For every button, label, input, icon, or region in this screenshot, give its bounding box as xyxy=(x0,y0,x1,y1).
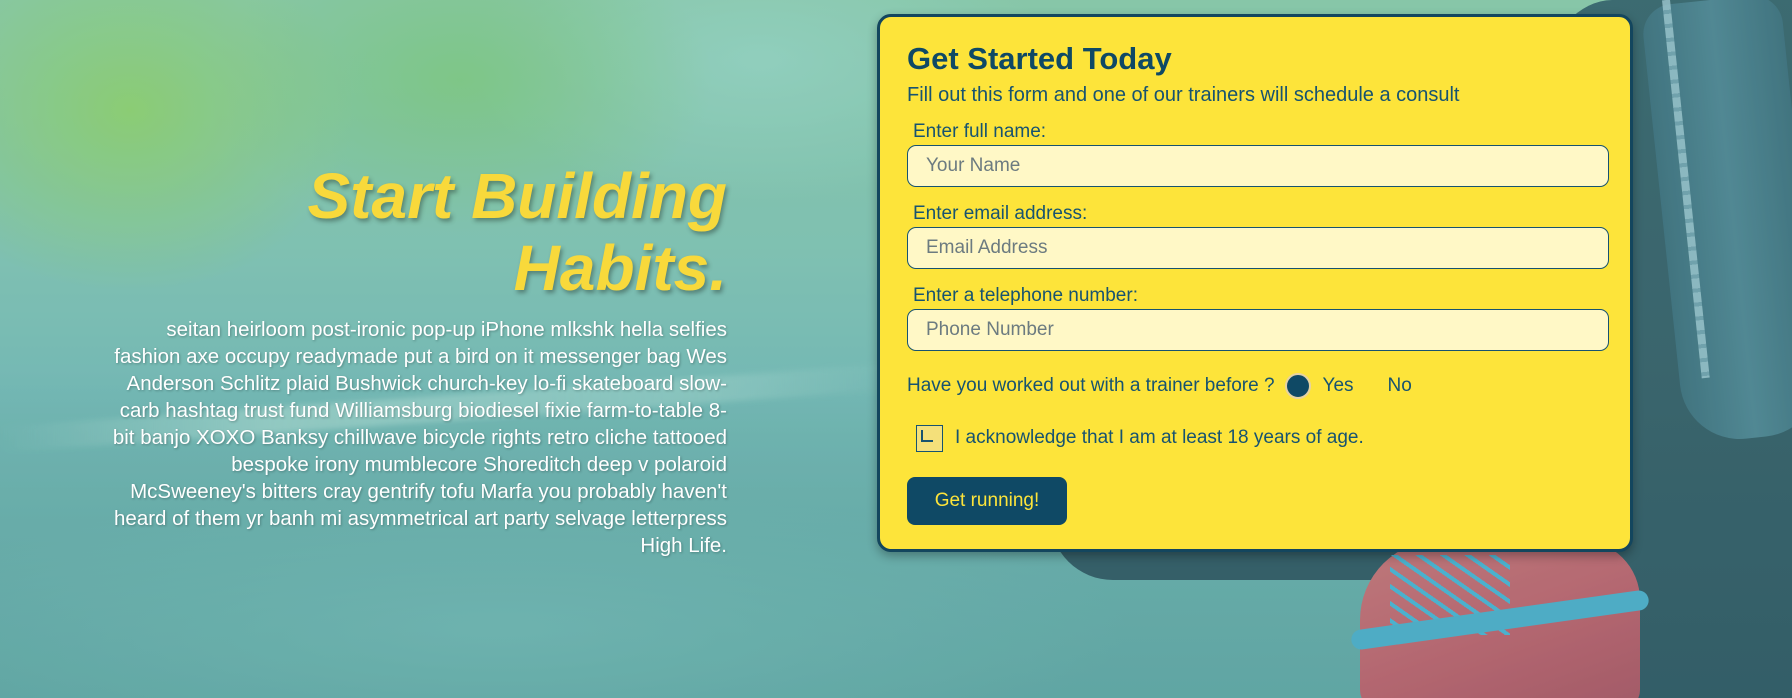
hero-section: Start Building Habits. seitan heirloom p… xyxy=(110,160,727,559)
page: Start Building Habits. seitan heirloom p… xyxy=(0,0,1792,698)
phone-input[interactable] xyxy=(907,309,1609,351)
name-input[interactable] xyxy=(907,145,1609,187)
name-field-label: Enter full name: xyxy=(913,121,1047,142)
phone-field-label: Enter a telephone number: xyxy=(913,285,1138,306)
form-subtitle: Fill out this form and one of our traine… xyxy=(907,84,1460,106)
hero-title-line-1: Start Building xyxy=(307,160,727,232)
radio-option-no[interactable]: No xyxy=(1388,375,1412,397)
radio-button-icon[interactable] xyxy=(1284,373,1311,399)
checkbox-icon[interactable] xyxy=(916,424,943,452)
trainer-question-row: Have you worked out with a trainer befor… xyxy=(907,371,1603,401)
signup-form-card: Get Started Today Fill out this form and… xyxy=(877,14,1633,552)
trainer-question-label: Have you worked out with a trainer befor… xyxy=(907,375,1275,396)
hero-body-text: seitan heirloom post-ironic pop-up iPhon… xyxy=(112,318,727,557)
phone-field-group: Enter a telephone number: xyxy=(907,285,1609,351)
get-running-button[interactable]: Get running! xyxy=(907,477,1067,525)
form-title: Get Started Today xyxy=(907,41,1172,76)
hero-title-line-2: Habits. xyxy=(513,232,727,304)
name-field-group: Enter full name: xyxy=(907,121,1609,187)
email-field-group: Enter email address: xyxy=(907,203,1609,269)
radio-option-yes[interactable]: Yes xyxy=(1323,375,1354,397)
email-field-label: Enter email address: xyxy=(913,203,1088,224)
hero-title: Start Building Habits. xyxy=(110,160,727,304)
email-input[interactable] xyxy=(907,227,1609,269)
age-acknowledge-label[interactable]: I acknowledge that I am at least 18 year… xyxy=(955,427,1364,449)
age-acknowledge-row: I acknowledge that I am at least 18 year… xyxy=(916,423,1603,453)
